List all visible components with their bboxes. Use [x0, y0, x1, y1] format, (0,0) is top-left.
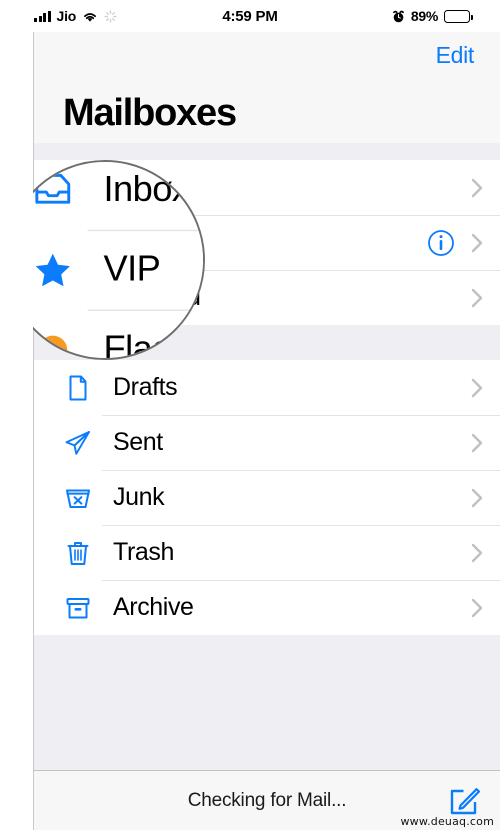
magnified-row-inbox: Inbox [7, 162, 203, 230]
page-title: Mailboxes [63, 92, 237, 134]
magnified-row-flagged: Flagged [7, 309, 203, 360]
magnified-row-vip: VIP [7, 229, 203, 310]
status-bar-right: 89% [392, 0, 473, 32]
compose-pencil-icon[interactable] [448, 785, 481, 817]
bottom-toolbar: Checking for Mail... www.deuaq.com [33, 770, 500, 830]
edit-button[interactable]: Edit [436, 42, 475, 69]
chevron-right-icon [471, 543, 483, 563]
mailbox-label: Flagged [103, 328, 203, 360]
mailbox-row-archive[interactable]: Archive [34, 580, 500, 635]
chevron-right-icon [471, 488, 483, 508]
battery-icon [444, 9, 473, 23]
mailbox-row-drafts[interactable]: Drafts [34, 360, 500, 415]
document-icon [63, 373, 93, 403]
battery-percent-label: 89% [410, 8, 438, 24]
mailbox-label: Junk [113, 483, 165, 511]
phone-screen: Jio 4:59 PM 89% Edit Mailboxes Drafts Se… [0, 0, 500, 830]
mailbox-row-sent[interactable]: Sent [34, 415, 500, 470]
mailbox-label: Archive [113, 593, 194, 621]
section-gap-bottom [34, 635, 500, 755]
magnifier-callout: Inbox VIP Flagged [5, 160, 205, 360]
mail-status-label: Checking for Mail... [187, 789, 347, 811]
status-bar: Jio 4:59 PM 89% [0, 0, 500, 32]
chevron-right-icon [471, 233, 483, 253]
navigation-bar: Edit Mailboxes [33, 32, 500, 143]
flag-dot-icon [31, 328, 75, 358]
junk-bin-x-icon [63, 483, 93, 513]
chevron-right-icon [471, 598, 483, 618]
mailbox-row-junk[interactable]: Junk [34, 470, 500, 525]
watermark-label: www.deuaq.com [400, 815, 494, 828]
star-icon [31, 248, 75, 292]
chevron-right-icon [471, 378, 483, 398]
chevron-right-icon [471, 178, 483, 198]
mailbox-row-trash[interactable]: Trash [34, 525, 500, 580]
left-margin-strip [0, 32, 33, 830]
archive-box-icon [63, 593, 93, 623]
chevron-right-icon [471, 433, 483, 453]
alarm-clock-icon [392, 10, 405, 23]
section-gap-top [34, 143, 500, 160]
mailbox-label: Sent [113, 428, 163, 456]
mailbox-label: VIP [103, 248, 161, 290]
mailbox-label: Inbox [103, 168, 190, 210]
trash-can-icon [63, 538, 93, 568]
chevron-right-icon [471, 288, 483, 308]
info-circle-icon[interactable] [427, 229, 455, 257]
mailbox-section-folders: Drafts Sent Junk Trash Archive [34, 360, 500, 635]
mailbox-label: Trash [113, 538, 174, 566]
paper-plane-icon [63, 428, 93, 458]
magnifier-content: Inbox VIP Flagged [7, 162, 203, 360]
mailbox-label: Drafts [113, 373, 178, 401]
inbox-tray-icon [31, 168, 75, 212]
